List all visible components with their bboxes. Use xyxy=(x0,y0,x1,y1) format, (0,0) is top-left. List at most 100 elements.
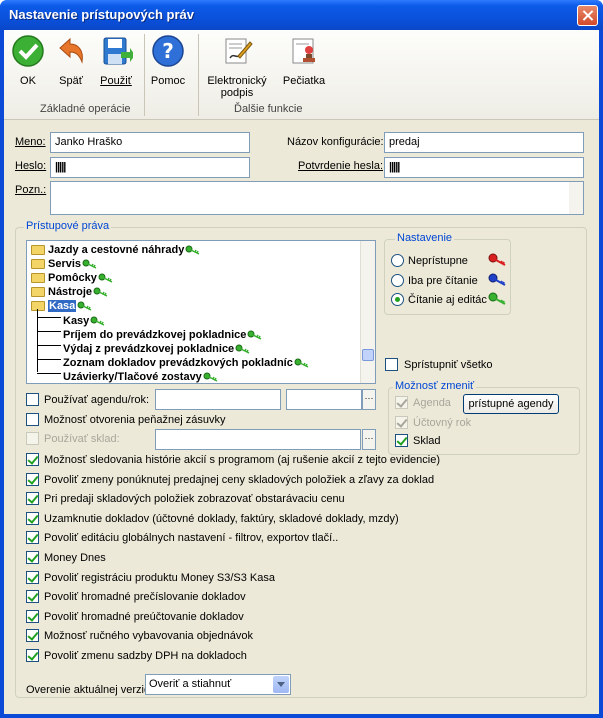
option-checkbox[interactable] xyxy=(26,629,39,643)
tree-item[interactable]: Nástroje xyxy=(31,286,109,298)
blue-key-icon xyxy=(488,273,506,286)
tree-scrollbar[interactable] xyxy=(360,241,375,383)
tree-item[interactable]: Jazdy a cestovné náhrady xyxy=(31,244,201,256)
green-key-icon xyxy=(93,287,108,297)
back-button[interactable]: Späť xyxy=(52,34,90,87)
config-name-input[interactable]: predaj xyxy=(384,132,584,153)
use-stock-label: Používať sklad: xyxy=(44,433,120,445)
tree-item-label: Jazdy a cestovné náhrady xyxy=(48,244,185,256)
tree-item[interactable]: Uzávierky/Tlačové zostavy xyxy=(63,371,219,383)
rights-tree[interactable]: Jazdy a cestovné náhrady Servis Pomôcky Nás… xyxy=(26,240,376,384)
option-checkbox[interactable] xyxy=(26,472,39,486)
tree-item[interactable]: Servis xyxy=(31,258,98,270)
option-checkbox[interactable] xyxy=(26,492,39,506)
use-agenda-checkbox[interactable] xyxy=(26,393,39,406)
year-browse-button[interactable]: ··· xyxy=(362,389,376,410)
version-select-value: Overiť a stiahnuť xyxy=(149,678,232,690)
settings-title: Nastavenie xyxy=(395,232,455,244)
title-bar: Nastavenie prístupových práv xyxy=(0,0,603,30)
green-key-icon xyxy=(294,358,309,368)
tree-item[interactable]: Výdaj z prevádzkovej pokladnice xyxy=(63,343,251,355)
dialog-window: Nastavenie prístupových práv OK Späť Pou… xyxy=(0,0,603,718)
option-checkbox[interactable] xyxy=(26,590,39,604)
tree-connector xyxy=(37,373,61,375)
electronic-signature-button[interactable]: Elektronický podpis xyxy=(204,34,270,99)
config-name-label: Názov konfigurácie: xyxy=(287,136,384,148)
toolbar: OK Späť Použiť ? Pomoc Elektronický podp… xyxy=(4,30,599,120)
radio-read-only[interactable] xyxy=(391,274,404,287)
note-textarea[interactable] xyxy=(50,181,584,215)
folder-icon xyxy=(31,273,45,284)
option-checkbox[interactable] xyxy=(26,570,39,584)
use-stock-checkbox[interactable] xyxy=(26,432,39,445)
tree-connector xyxy=(37,345,61,347)
group-label-more: Ďalšie funkcie xyxy=(234,103,303,115)
cash-drawer-label: Možnosť otvorenia peňažnej zásuvky xyxy=(44,414,226,426)
signature-label-1: Elektronický xyxy=(207,75,267,87)
option-checkbox[interactable] xyxy=(26,551,39,564)
confirm-password-input[interactable]: ||||| xyxy=(384,157,584,178)
read-write-label: Čítanie aj editác xyxy=(408,294,487,306)
share-all-checkbox[interactable] xyxy=(385,358,398,371)
stock-change-label: Sklad xyxy=(413,435,441,447)
stock-browse-button[interactable]: ··· xyxy=(362,429,376,450)
tree-item[interactable]: Pomôcky xyxy=(31,272,114,284)
tree-item[interactable]: Zoznam dokladov prevádzkových pokladníc xyxy=(63,357,310,369)
tree-item-label: Uzávierky/Tlačové zostavy xyxy=(63,370,202,383)
option-checkbox[interactable] xyxy=(26,609,39,623)
stamp-label: Pečiatka xyxy=(282,75,326,87)
check-icon xyxy=(12,35,44,67)
ok-button[interactable]: OK xyxy=(10,34,46,87)
use-agenda-label: Používať agendu/rok: xyxy=(44,394,150,406)
folder-icon xyxy=(31,287,45,298)
apply-button[interactable]: Použiť xyxy=(96,34,136,87)
chevron-down-icon[interactable] xyxy=(273,676,289,693)
green-key-icon xyxy=(77,301,92,312)
confirm-password-label: Potvrdenie hesla: xyxy=(298,160,383,172)
stamp-icon xyxy=(292,38,315,64)
green-key-icon xyxy=(247,330,262,340)
close-button[interactable] xyxy=(577,5,598,26)
tree-item[interactable]: Príjem do prevádzkovej pokladnice xyxy=(63,329,263,341)
red-key-icon xyxy=(488,253,506,266)
agenda-label: Agenda xyxy=(413,397,451,409)
access-agendas-button[interactable]: prístupné agendy xyxy=(463,394,559,414)
option-label: Povoliť hromadné prečíslovanie dokladov xyxy=(44,591,246,604)
note-scrollbar[interactable] xyxy=(569,182,583,214)
toolbar-separator xyxy=(144,34,145,116)
tree-connector xyxy=(37,309,38,372)
option-checkbox[interactable] xyxy=(26,531,39,545)
cash-drawer-checkbox[interactable] xyxy=(26,413,39,426)
option-checkbox[interactable] xyxy=(26,649,39,662)
window-title: Nastavenie prístupových práv xyxy=(9,7,194,22)
green-key-icon xyxy=(235,344,250,354)
option-checkbox[interactable] xyxy=(26,511,39,525)
dialog-client: OK Späť Použiť ? Pomoc Elektronický podp… xyxy=(4,30,599,714)
name-input[interactable]: Janko Hraško xyxy=(50,132,250,153)
folder-icon xyxy=(31,301,45,312)
version-select[interactable]: Overiť a stiahnuť xyxy=(145,674,291,695)
agenda-checkbox[interactable] xyxy=(395,396,408,409)
tree-item[interactable]: Kasy xyxy=(63,315,106,327)
fiscal-year-checkbox[interactable] xyxy=(395,416,408,429)
name-label: Meno: xyxy=(15,136,46,148)
stamp-button[interactable]: Pečiatka xyxy=(280,34,328,87)
year-input[interactable] xyxy=(286,389,362,410)
help-button[interactable]: ? Pomoc xyxy=(150,34,186,87)
scroll-thumb[interactable] xyxy=(362,349,374,361)
agenda-input[interactable] xyxy=(155,389,281,410)
option-checkbox[interactable] xyxy=(26,453,39,466)
stock-input[interactable] xyxy=(155,429,361,450)
stock-change-checkbox[interactable] xyxy=(395,434,408,447)
radio-read-write[interactable] xyxy=(391,293,404,306)
option-label: Povoliť zmeny ponúknutej predajnej ceny … xyxy=(44,473,435,486)
save-icon xyxy=(103,37,135,65)
change-title: Možnosť zmeniť xyxy=(393,380,477,392)
help-icon: ? xyxy=(152,35,184,67)
radio-inaccessible[interactable] xyxy=(391,254,404,267)
fiscal-year-label: Účtovný rok xyxy=(413,417,472,429)
version-label: Overenie aktuálnej verzie xyxy=(26,684,151,696)
password-input[interactable]: ||||| xyxy=(50,157,250,178)
tree-item[interactable]: Kasa xyxy=(31,300,93,313)
group-label-basic: Základné operácie xyxy=(40,103,131,115)
